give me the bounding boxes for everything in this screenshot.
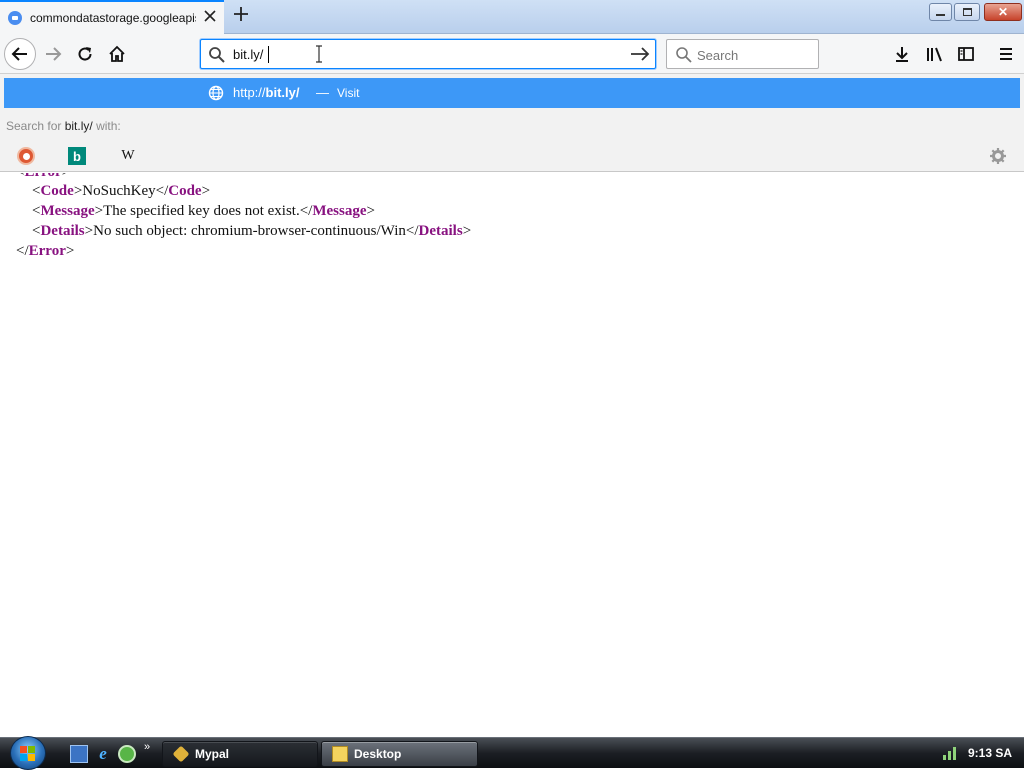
search-settings-button[interactable]: [989, 147, 1007, 165]
taskbar-item-label: Desktop: [354, 747, 402, 761]
suggestion-separator: —: [316, 85, 329, 100]
xml-code-line: <Code>NoSuchKey</Code>: [32, 183, 211, 199]
taskbar-item-mypal[interactable]: Mypal: [162, 741, 318, 767]
search-icon: [676, 47, 692, 63]
ibeam-cursor-icon: [316, 45, 322, 63]
tab-title: commondatastorage.googleapis.com: [30, 11, 196, 25]
home-icon: [109, 45, 125, 62]
go-arrow-icon[interactable]: [629, 44, 651, 64]
sidebar-icon: [958, 47, 974, 61]
close-icon: ✕: [997, 5, 1009, 19]
reload-icon: [78, 47, 92, 61]
window-close-button[interactable]: ✕: [984, 3, 1022, 21]
search-for-prefix: Search for: [6, 119, 62, 133]
tab-favicon-icon: [8, 11, 22, 25]
xml-open-error: <Error>: [16, 173, 70, 181]
wikipedia-icon[interactable]: W: [119, 147, 137, 165]
forward-arrow-icon: [46, 47, 62, 61]
search-input[interactable]: [697, 46, 807, 64]
xml-tag-name: Error: [24, 173, 61, 180]
bing-glyph: b: [73, 148, 81, 164]
search-for-query: bit.ly/: [64, 119, 93, 133]
search-bar[interactable]: [666, 39, 819, 69]
reload-button[interactable]: [69, 38, 101, 70]
show-desktop-icon[interactable]: [70, 745, 88, 763]
start-button[interactable]: [10, 736, 46, 770]
xml-details-value: No such object: chromium-browser-continu…: [93, 223, 406, 239]
minimize-icon: [936, 14, 945, 16]
window-maximize-button[interactable]: [954, 3, 980, 21]
suggestion-url-match: bit.ly/: [265, 85, 300, 100]
taskbar-item-desktop[interactable]: Desktop: [321, 741, 478, 767]
xml-code-value: NoSuchKey: [82, 183, 156, 199]
library-icon: [927, 47, 942, 62]
search-icon: [209, 47, 225, 63]
taskbar-item-label: Mypal: [195, 747, 230, 761]
hamburger-menu-icon: [1000, 48, 1012, 60]
xml-tag-name: Code: [168, 183, 202, 199]
xml-tag-name: Details: [40, 223, 85, 239]
url-bar[interactable]: [200, 39, 656, 69]
suggestion-url-prefix: http://: [233, 85, 266, 100]
tab-strip: commondatastorage.googleapis.com ✕: [0, 0, 1024, 34]
navigation-toolbar: [0, 34, 1024, 74]
page-content: <Error> <Code>NoSuchKey</Code> <Message>…: [0, 173, 1024, 737]
suggestion-url: http://bit.ly/: [233, 85, 299, 100]
xml-tag-name: Error: [28, 243, 66, 259]
taskbar: e » Mypal Desktop 9:13 SA: [0, 736, 1024, 770]
tab-active[interactable]: commondatastorage.googleapis.com: [0, 0, 224, 34]
back-button[interactable]: [4, 38, 36, 70]
xml-tag-name: Code: [40, 183, 74, 199]
search-for-label: Search for bit.ly/ with:: [6, 119, 121, 133]
xml-details-line: <Details>No such object: chromium-browse…: [32, 223, 472, 239]
network-icon[interactable]: [942, 746, 958, 760]
download-icon: [896, 47, 908, 62]
new-tab-button[interactable]: [229, 4, 253, 28]
suggestion-action: Visit: [337, 86, 360, 100]
suggestion-row-selected[interactable]: http://bit.ly/ — Visit: [4, 78, 1020, 108]
bing-icon[interactable]: b: [68, 147, 86, 165]
menu-button[interactable]: [990, 38, 1022, 70]
system-tray: 9:13 SA: [936, 738, 1024, 769]
xml-tag-name: Message: [40, 203, 95, 219]
downloads-button[interactable]: [886, 38, 918, 70]
mypal-icon: [172, 745, 190, 763]
url-input[interactable]: [233, 45, 613, 63]
urlbar-autocomplete-popup: http://bit.ly/ — Visit Search for bit.ly…: [0, 74, 1024, 172]
plus-icon: [234, 7, 248, 21]
windows-start-icon: [20, 746, 36, 762]
wikipedia-glyph: W: [121, 148, 135, 163]
tab-close-icon[interactable]: [204, 10, 216, 26]
taskbar-clock[interactable]: 9:13 SA: [968, 746, 1012, 760]
home-button[interactable]: [101, 38, 133, 70]
window-minimize-button[interactable]: [929, 3, 952, 21]
search-for-suffix: with:: [96, 119, 121, 133]
maximize-icon: [962, 8, 972, 16]
internet-explorer-icon[interactable]: e: [94, 745, 112, 763]
xml-message-value: The specified key does not exist.: [103, 203, 300, 219]
quicklaunch-overflow-button[interactable]: »: [144, 741, 162, 759]
duckduckgo-icon[interactable]: [17, 147, 35, 165]
forward-button[interactable]: [37, 38, 69, 70]
xml-close-error: </Error>: [16, 243, 75, 259]
gear-icon: [990, 148, 1006, 164]
back-arrow-icon: [11, 47, 27, 61]
folder-icon: [332, 746, 348, 762]
library-button[interactable]: [918, 38, 950, 70]
xml-tag-name: Message: [312, 203, 367, 219]
xml-tag-name: Details: [418, 223, 463, 239]
globe-icon: [208, 85, 224, 101]
browser-quicklaunch-icon[interactable]: [118, 745, 136, 763]
xml-message-line: <Message>The specified key does not exis…: [32, 203, 375, 219]
sidebar-button[interactable]: [950, 38, 982, 70]
text-caret: [268, 46, 269, 63]
